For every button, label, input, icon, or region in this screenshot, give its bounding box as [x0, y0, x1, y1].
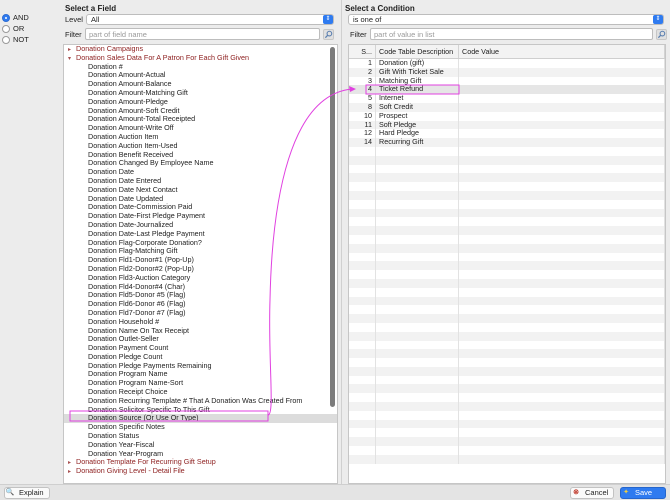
- annotation-overlay: [69, 84, 460, 422]
- cancel-label: Cancel: [585, 488, 609, 497]
- cancel-icon: ⊗: [573, 489, 579, 496]
- arrowhead-icon: [349, 86, 356, 92]
- save-icon: ✦: [623, 489, 629, 496]
- save-button[interactable]: ✦ Save: [620, 487, 666, 499]
- annotation-box-field: [69, 410, 269, 422]
- explain-label: Explain: [19, 488, 44, 497]
- save-label: Save: [635, 488, 653, 497]
- annotation-box-value: [365, 84, 460, 95]
- cancel-button[interactable]: ⊗ Cancel: [570, 487, 614, 499]
- explain-button[interactable]: 🔍 Explain: [4, 487, 50, 499]
- bottom-bar: 🔍 Explain ⊗ Cancel ✦ Save: [0, 484, 670, 500]
- info-icon: 🔍: [5, 489, 15, 496]
- annotation-connector: [267, 88, 353, 416]
